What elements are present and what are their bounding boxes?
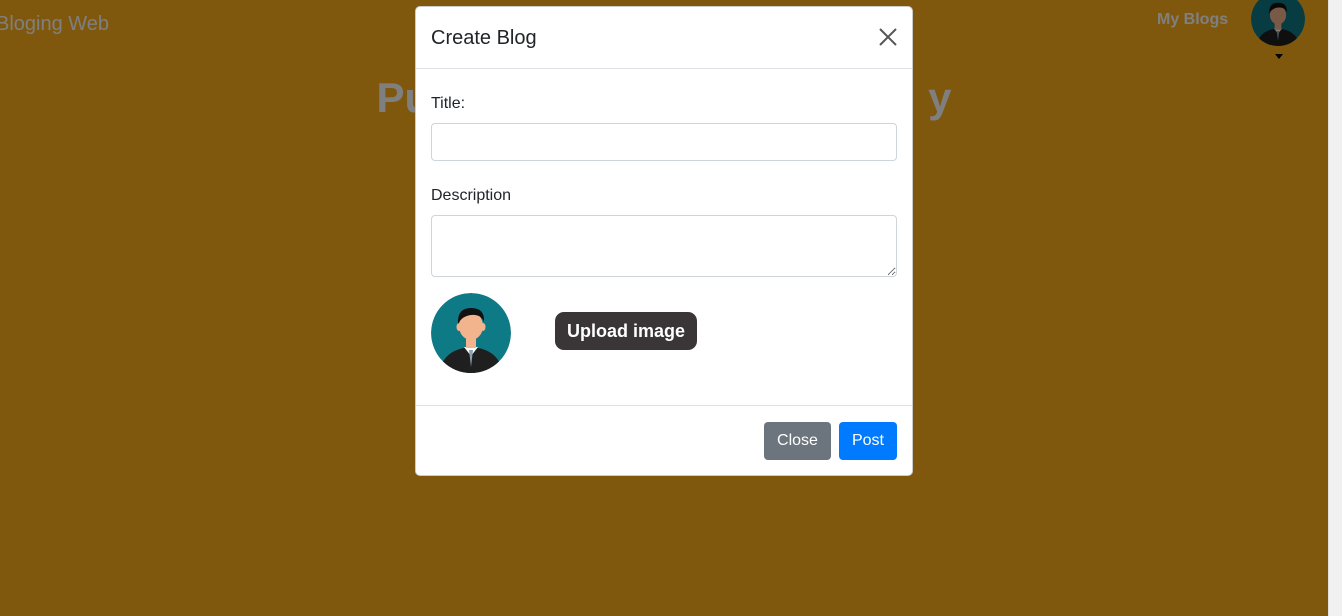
description-wrapper	[431, 215, 897, 277]
vertical-scrollbar[interactable]	[1328, 0, 1342, 616]
modal-body: Title: Description Upload image	[416, 69, 912, 405]
close-button[interactable]: Close	[764, 422, 831, 460]
title-input[interactable]	[431, 123, 897, 161]
modal-footer: Close Post	[416, 405, 912, 475]
modal-header: Create Blog	[416, 7, 912, 69]
description-textarea[interactable]	[431, 215, 897, 277]
title-label: Title:	[431, 95, 466, 112]
close-icon[interactable]	[878, 27, 898, 47]
upload-image-button[interactable]: Upload image	[555, 312, 697, 350]
user-avatar-icon	[431, 293, 511, 373]
description-label: Description	[431, 187, 512, 204]
modal-title: Create Blog	[431, 27, 537, 49]
create-blog-modal: Create Blog Title: Description Upload im…	[415, 6, 913, 476]
post-button[interactable]: Post	[839, 422, 897, 460]
blog-image-preview	[431, 293, 511, 373]
